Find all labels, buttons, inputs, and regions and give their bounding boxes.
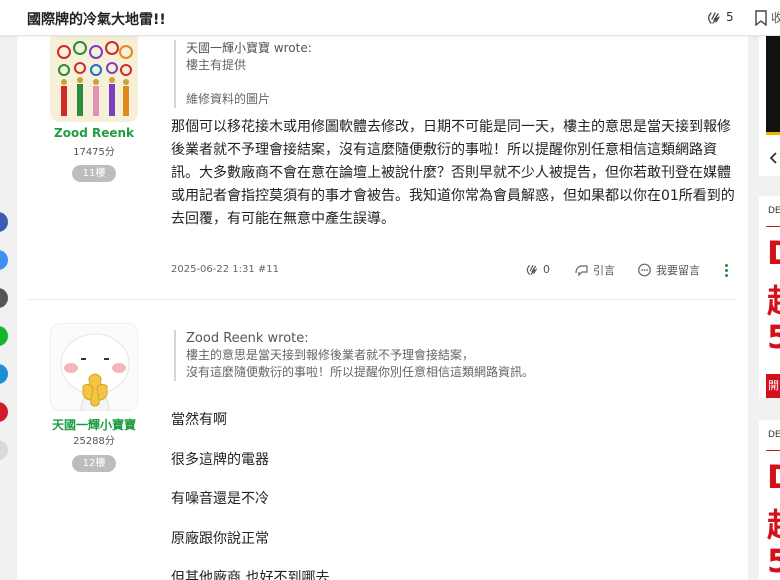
post-body-line: 當然有啊 [171, 412, 227, 428]
quote-icon [575, 265, 588, 277]
post-clap-count: 0 [543, 262, 550, 276]
more-share-icon[interactable] [0, 440, 8, 460]
avatar[interactable] [50, 30, 138, 122]
clap-button[interactable]: 5 [706, 9, 734, 25]
quote-line: 樓主有提供 [186, 58, 247, 72]
quote-line [186, 74, 714, 91]
ad-text: 超 [767, 276, 780, 322]
clap-icon [526, 264, 537, 275]
clap-icon [707, 12, 720, 24]
line-share-icon[interactable] [0, 326, 8, 346]
ad-divider [766, 226, 780, 227]
bunny-banana-avatar-image [51, 324, 137, 410]
post-timestamp: 2025-06-22 1:31 #11 [171, 264, 280, 275]
clap-count: 5 [726, 10, 734, 24]
more-options-icon[interactable] [725, 264, 729, 279]
video-thumbnail [766, 36, 780, 132]
ad-text: 超 [767, 500, 780, 546]
bookmark-button[interactable]: 收 [754, 9, 780, 26]
reply-button[interactable]: 我要留言 [637, 262, 700, 278]
post-body-line: 很多這牌的電器 [171, 452, 269, 468]
user-points: 25288分 [73, 436, 115, 447]
messenger-share-icon[interactable] [0, 250, 8, 270]
bookmark-label: 收 [771, 11, 780, 25]
ad-text: D [767, 234, 780, 272]
pinterest-share-icon[interactable] [0, 402, 8, 422]
quote-block: 天國一輝小寶寶 wrote: 樓主有提供 維修資料的圖片 [174, 40, 714, 108]
ad-divider [766, 450, 780, 451]
floor-badge[interactable]: 12樓 [72, 455, 116, 472]
clap-post-button[interactable]: 0 [525, 262, 550, 276]
post-list: Zood Reenk 17475分 11樓 天國一輝小寶寶 wrote: 樓主有… [17, 30, 748, 580]
post-body-line: 原廠跟你說正常 [171, 531, 269, 547]
username[interactable]: Zood Reenk [34, 126, 154, 140]
sidebar-ad-card[interactable]: DE D 超 5 開 [759, 196, 780, 398]
avatar[interactable] [50, 323, 138, 411]
ad-label: DE [768, 206, 780, 216]
sidebar-ad-card-2[interactable]: DE D 超 5 [759, 420, 780, 580]
bookmark-icon [755, 9, 767, 26]
quote-button[interactable]: 引言 [574, 262, 615, 278]
quote-line: 樓主的意思是當天接到報修後業者就不予理會接結案， [186, 348, 475, 362]
share-icon[interactable] [0, 288, 8, 308]
video-progress [766, 132, 780, 135]
facebook-share-icon[interactable] [0, 212, 8, 232]
post-body: 那個可以移花接木或用修圖軟體去修改，日期不可能是同一天，樓主的意思是當天接到報修… [171, 119, 735, 227]
ad-cta-button[interactable]: 開 [766, 374, 780, 398]
comment-icon [638, 263, 651, 276]
username[interactable]: 天國一輝小寶寶 [34, 416, 154, 433]
ad-text: 5 [767, 318, 780, 356]
quote-line: 維修資料的圖片 [186, 92, 271, 106]
ad-text: 5 [767, 542, 780, 580]
twitter-share-icon[interactable] [0, 364, 8, 384]
quote-author: 天國一輝小寶寶 wrote: [186, 41, 312, 55]
top-bar: 國際牌的冷氣大地雷!! 5 收 [0, 0, 780, 36]
user-points: 17475分 [73, 147, 115, 158]
floor-badge[interactable]: 11樓 [72, 165, 116, 182]
post-body-line: 但其他廠商 也好不到哪去 [171, 570, 330, 580]
quote-author: Zood Reenk wrote: [186, 331, 309, 346]
sidebar-video-card[interactable] [759, 36, 780, 176]
ad-text: D [767, 458, 780, 496]
post-body-line: 有噪音還是不冷 [171, 491, 269, 507]
ad-label: DE [768, 430, 780, 440]
post-divider [28, 299, 737, 300]
quote-line: 沒有這麼隨便敷衍的事啦！所以提醒你別任意相信這類網路資訊。 [186, 365, 535, 379]
reply-label: 我要留言 [656, 264, 700, 277]
quote-block: Zood Reenk wrote: 樓主的意思是當天接到報修後業者就不予理會接結… [174, 330, 714, 381]
chevron-left-icon[interactable] [768, 151, 778, 165]
quote-label: 引言 [593, 264, 615, 277]
chinese-knot-avatar-image [50, 30, 138, 122]
page-title: 國際牌的冷氣大地雷!! [27, 12, 166, 28]
